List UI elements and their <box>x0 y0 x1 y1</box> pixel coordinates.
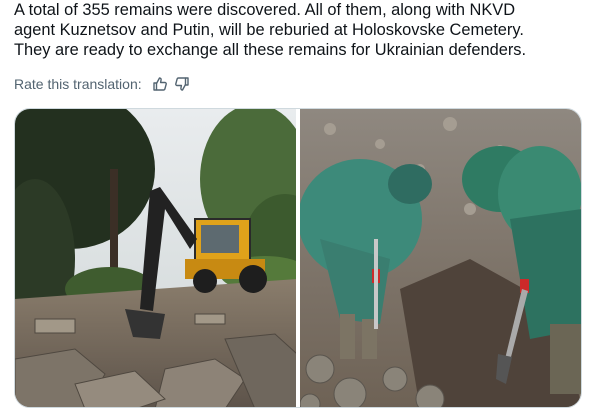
rate-translation-row: Rate this translation: <box>14 74 190 94</box>
photo-excavator-cemetery[interactable] <box>15 109 296 407</box>
tweet-text-line-2: agent Kuznetsov and Putin, will be rebur… <box>14 21 524 39</box>
thumbs-down-icon[interactable] <box>174 76 190 92</box>
photo-workers-in-raincoats-digging[interactable] <box>300 109 581 407</box>
tweet-text-line-3: They are ready to exchange all these rem… <box>14 41 527 59</box>
tweet-text-line-1: A total of 355 remains were discovered. … <box>14 1 516 19</box>
media-grid <box>14 108 582 408</box>
tweet-text: A total of 355 remains were discovered. … <box>14 0 592 60</box>
rate-translation-label: Rate this translation: <box>14 76 142 92</box>
thumbs-up-icon[interactable] <box>152 76 168 92</box>
